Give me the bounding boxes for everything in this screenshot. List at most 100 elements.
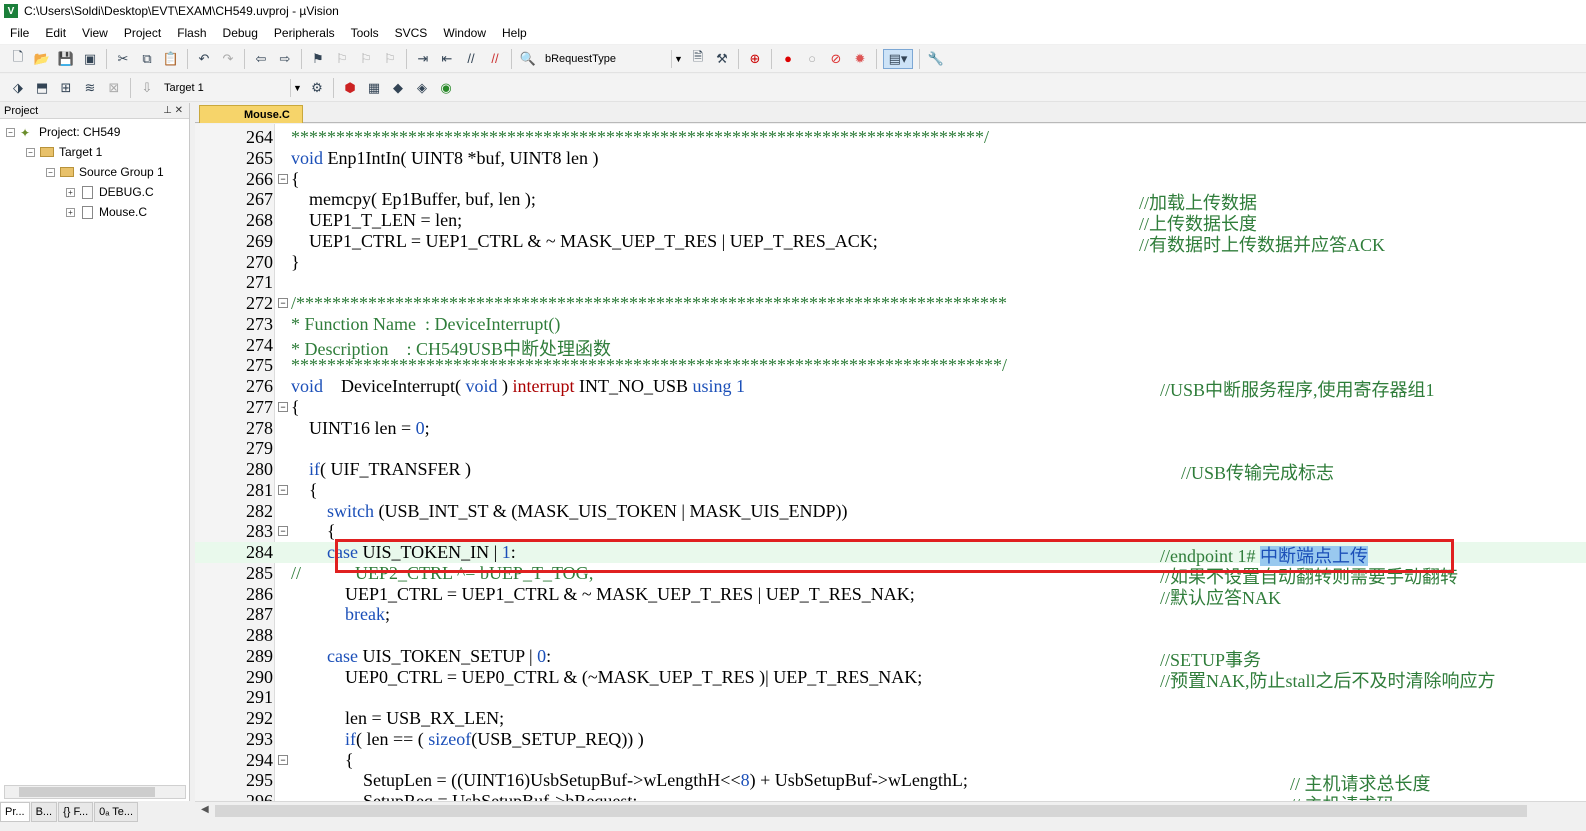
expand-toggle-icon[interactable]: + bbox=[66, 207, 75, 217]
scroll-left-icon[interactable]: ◀ bbox=[201, 804, 209, 815]
batch-build-icon[interactable]: ≋ bbox=[80, 78, 100, 98]
code-line[interactable]: 278 UINT16 len = 0; bbox=[195, 418, 1586, 439]
chevron-down-icon[interactable]: ▼ bbox=[671, 49, 685, 68]
fold-toggle-icon[interactable]: − bbox=[278, 754, 288, 765]
manage-components-icon[interactable]: ⬢ bbox=[340, 78, 360, 98]
target-select[interactable]: Target 1 ▼ bbox=[159, 78, 305, 98]
scrollbar-thumb[interactable] bbox=[19, 787, 155, 797]
menu-debug[interactable]: Debug bbox=[215, 22, 266, 44]
menu-peripherals[interactable]: Peripherals bbox=[266, 22, 343, 44]
code-line[interactable]: 292 len = USB_RX_LEN; bbox=[195, 708, 1586, 729]
run-time-environment-icon[interactable]: ◉ bbox=[436, 78, 456, 98]
kill-breakpoints-icon[interactable]: ✹ bbox=[850, 49, 870, 69]
code-line[interactable]: 265 void Enp1IntIn( UINT8 *buf, UINT8 len… bbox=[195, 148, 1586, 169]
tree-file-mouse[interactable]: + Mouse.C bbox=[66, 203, 147, 221]
code-line[interactable]: 275 *************************************… bbox=[195, 355, 1586, 376]
code-line[interactable]: 295 SetupLen = ((UINT16)UsbSetupBuf->wLe… bbox=[195, 770, 1586, 794]
enable-breakpoint-icon[interactable]: ○ bbox=[802, 49, 822, 69]
menu-file[interactable]: File bbox=[2, 22, 37, 44]
next-bookmark-icon[interactable]: ⚐ bbox=[356, 49, 376, 69]
menu-svcs[interactable]: SVCS bbox=[387, 22, 436, 44]
new-file-icon[interactable]: 🗋 bbox=[8, 49, 28, 69]
code-line[interactable]: 287 break; bbox=[195, 604, 1586, 625]
cut-icon[interactable]: ✂ bbox=[113, 49, 133, 69]
redo-icon[interactable]: ↷ bbox=[218, 49, 238, 69]
incremental-find-icon[interactable]: ⚒ bbox=[712, 49, 732, 69]
prev-bookmark-icon[interactable]: ⚐ bbox=[332, 49, 352, 69]
code-line[interactable]: 286 UEP1_CTRL = UEP1_CTRL & ~ MASK_UEP_T… bbox=[195, 584, 1586, 608]
comment-icon[interactable]: // bbox=[461, 49, 481, 69]
tab-books[interactable]: B... bbox=[30, 802, 58, 822]
code-line[interactable]: 264 *************************************… bbox=[195, 127, 1586, 148]
uncomment-icon[interactable]: // bbox=[485, 49, 505, 69]
code-line[interactable]: 277−{ bbox=[195, 397, 1586, 418]
select-software-packs-icon[interactable]: ◆ bbox=[388, 78, 408, 98]
pin-close-icons[interactable]: ⊥ ✕ bbox=[163, 105, 189, 116]
tree-file-debug[interactable]: + DEBUG.C bbox=[66, 183, 154, 201]
menu-edit[interactable]: Edit bbox=[37, 22, 74, 44]
editor-horizontal-scrollbar[interactable]: ◀ bbox=[195, 801, 1586, 821]
unindent-icon[interactable]: ⇤ bbox=[437, 49, 457, 69]
paste-icon[interactable]: 📋 bbox=[161, 49, 181, 69]
tree-source-group[interactable]: − Source Group 1 bbox=[46, 163, 164, 181]
code-line[interactable]: 274 * Description : CH549USB中断处理函数 bbox=[195, 335, 1586, 359]
expand-toggle-icon[interactable]: + bbox=[66, 187, 75, 197]
collapse-toggle-icon[interactable]: − bbox=[26, 147, 35, 157]
code-line[interactable]: 272−/***********************************… bbox=[195, 293, 1586, 314]
code-line[interactable]: 266−{ bbox=[195, 169, 1586, 190]
navigate-forward-icon[interactable]: ⇨ bbox=[275, 49, 295, 69]
code-line[interactable]: 271 bbox=[195, 272, 1586, 293]
menu-project[interactable]: Project bbox=[116, 22, 169, 44]
fold-toggle-icon[interactable]: − bbox=[278, 526, 288, 537]
undo-icon[interactable]: ↶ bbox=[194, 49, 214, 69]
code-line[interactable]: 293 if( len == ( sizeof(USB_SETUP_REQ)) … bbox=[195, 729, 1586, 750]
menu-flash[interactable]: Flash bbox=[169, 22, 214, 44]
project-horizontal-scrollbar[interactable] bbox=[4, 785, 186, 799]
code-editor[interactable]: 264 *************************************… bbox=[195, 124, 1586, 801]
code-line[interactable]: 281− { bbox=[195, 480, 1586, 501]
find-in-files-icon[interactable]: 🔍 bbox=[518, 49, 538, 69]
stop-build-icon[interactable]: ⊠ bbox=[104, 78, 124, 98]
code-line[interactable]: 294− { bbox=[195, 750, 1586, 771]
collapse-toggle-icon[interactable]: − bbox=[46, 167, 55, 177]
code-line[interactable]: 269 UEP1_CTRL = UEP1_CTRL & ~ MASK_UEP_T… bbox=[195, 231, 1586, 255]
code-line[interactable]: 289 case UIS_TOKEN_SETUP | 0://SETUP事务 bbox=[195, 646, 1586, 670]
code-line[interactable]: 279 bbox=[195, 438, 1586, 459]
target-options-icon[interactable]: ⚙ bbox=[307, 78, 327, 98]
fold-toggle-icon[interactable]: − bbox=[278, 484, 288, 495]
menu-window[interactable]: Window bbox=[435, 22, 494, 44]
collapse-toggle-icon[interactable]: − bbox=[6, 127, 15, 137]
code-line[interactable]: 280 if( UIF_TRANSFER )//USB传输完成标志 bbox=[195, 459, 1586, 483]
bookmark-icon[interactable]: ⚑ bbox=[308, 49, 328, 69]
open-file-icon[interactable]: 📂 bbox=[32, 49, 52, 69]
tree-target[interactable]: − Target 1 bbox=[26, 143, 102, 161]
window-layout-icon[interactable]: ▤▾ bbox=[883, 48, 913, 69]
code-line[interactable]: 290 UEP0_CTRL = UEP0_CTRL & (~MASK_UEP_T… bbox=[195, 667, 1586, 691]
navigate-back-icon[interactable]: ⇦ bbox=[251, 49, 271, 69]
copy-icon[interactable]: ⧉ bbox=[137, 49, 157, 69]
fold-toggle-icon[interactable]: − bbox=[278, 173, 288, 184]
insert-breakpoint-icon[interactable]: ● bbox=[778, 49, 798, 69]
find-icon[interactable]: 🗎 bbox=[688, 49, 708, 69]
file-extensions-icon[interactable]: ▦ bbox=[364, 78, 384, 98]
chevron-down-icon[interactable]: ▼ bbox=[290, 78, 304, 97]
scrollbar-thumb[interactable] bbox=[215, 805, 1527, 817]
build-icon[interactable]: ⬒ bbox=[32, 78, 52, 98]
clear-bookmarks-icon[interactable]: ⚐ bbox=[380, 49, 400, 69]
disable-breakpoints-icon[interactable]: ⊘ bbox=[826, 49, 846, 69]
menu-help[interactable]: Help bbox=[494, 22, 535, 44]
rebuild-icon[interactable]: ⊞ bbox=[56, 78, 76, 98]
code-line[interactable]: 288 bbox=[195, 625, 1586, 646]
code-line[interactable]: 276 void DeviceInterrupt( void ) interrup… bbox=[195, 376, 1586, 400]
download-icon[interactable]: ⇩ bbox=[137, 78, 157, 98]
code-line[interactable]: 282 switch (USB_INT_ST & (MASK_UIS_TOKEN… bbox=[195, 501, 1586, 522]
find-combo[interactable]: bRequestType ▼ bbox=[540, 49, 686, 69]
menu-tools[interactable]: Tools bbox=[343, 22, 387, 44]
code-line[interactable]: 291 bbox=[195, 687, 1586, 708]
fold-toggle-icon[interactable]: − bbox=[278, 401, 288, 412]
code-line[interactable]: 268 UEP1_T_LEN = len;//上传数据长度 bbox=[195, 210, 1586, 234]
translate-icon[interactable]: ⬗ bbox=[8, 78, 28, 98]
tab-templates[interactable]: 0ₐ Te... bbox=[94, 802, 139, 822]
code-line[interactable]: 273 * Function Name : DeviceInterrupt() bbox=[195, 314, 1586, 335]
code-line[interactable]: 296 SetupReq = UsbSetupBuf->bRequest; // … bbox=[195, 791, 1586, 801]
